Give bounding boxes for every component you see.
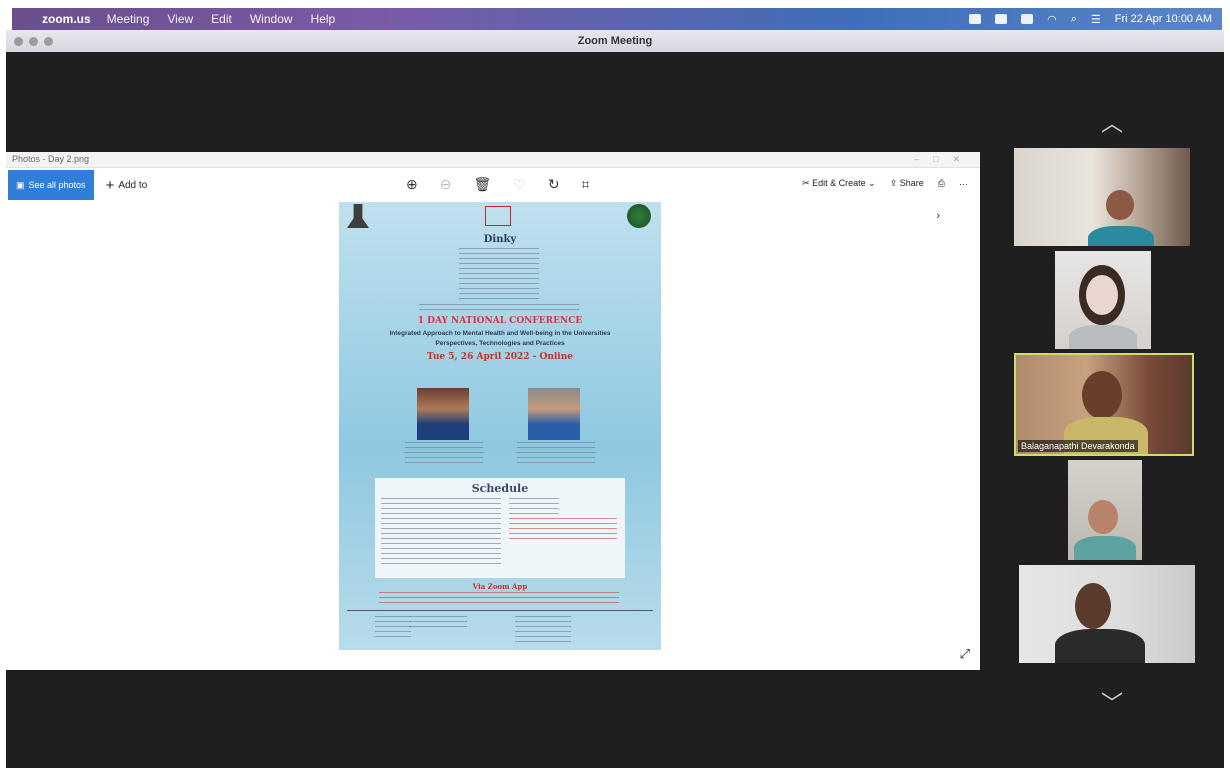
status-area: ◠ ⌕ ☰ Fri 22 Apr 10:00 AM <box>969 13 1222 26</box>
menu-view[interactable]: View <box>167 12 193 26</box>
window-titlebar: Zoom Meeting <box>6 30 1224 52</box>
participant-4-face <box>1088 500 1118 534</box>
menu-window[interactable]: Window <box>250 12 293 26</box>
control-center-icon[interactable]: ☰ <box>1091 13 1101 26</box>
more-button[interactable]: ··· <box>959 179 968 189</box>
university-seal <box>627 204 651 228</box>
see-all-label: See all photos <box>28 180 86 190</box>
participant-5-body <box>1055 629 1145 663</box>
poster-org-details <box>459 248 539 300</box>
share-icon: ⇪ <box>889 178 900 188</box>
menu-app-name[interactable]: zoom.us <box>42 12 91 26</box>
menu-edit[interactable]: Edit <box>211 12 232 26</box>
photo-actions: ✂ Edit & Create ⌄ ⇪ Share ⎙ ··· <box>802 178 968 189</box>
participant-video-5[interactable] <box>1019 565 1195 663</box>
delete-icon[interactable]: 🗑 <box>473 176 491 193</box>
speaker-1-details <box>405 442 483 466</box>
poster-dept-line <box>419 304 579 310</box>
gallery-icon: ▣ <box>16 179 25 190</box>
footer-col-2 <box>409 616 467 630</box>
emblem-logo <box>347 204 369 228</box>
poster-conference: 1 DAY NATIONAL CONFERENCE <box>417 316 583 326</box>
zoom-out-icon[interactable]: ⊖ <box>440 176 452 193</box>
clock[interactable]: Fri 22 Apr 10:00 AM <box>1115 13 1212 25</box>
conference-poster: Dinky 1 DAY NATIONAL CONFERENCE Integrat… <box>339 202 661 650</box>
schedule-box: Schedule <box>375 478 625 578</box>
speaker-photo-1 <box>417 388 469 440</box>
battery-icon[interactable] <box>1021 14 1034 24</box>
scroll-up-icon[interactable]: ︿ <box>1092 106 1132 138</box>
search-icon[interactable]: ⌕ <box>1071 13 1077 26</box>
participant-2-body <box>1069 325 1137 349</box>
participant-video-4[interactable] <box>1068 460 1142 560</box>
see-all-photos-button[interactable]: ▣ See all photos <box>8 170 94 200</box>
share-button[interactable]: ⇪ Share <box>890 178 924 189</box>
share-label: Share <box>899 178 924 188</box>
participant-1-body <box>1088 226 1154 246</box>
participant-3-name: Balaganapathi Devarakonda <box>1018 440 1138 452</box>
window-title: Zoom Meeting <box>577 35 653 47</box>
menu-help[interactable]: Help <box>311 12 336 26</box>
participant-4-body <box>1074 536 1136 560</box>
favorite-icon[interactable]: ♡ <box>513 176 526 193</box>
menu-meeting[interactable]: Meeting <box>107 12 150 26</box>
poster-subtheme: Perspectives, Technologies and Practices <box>435 340 565 347</box>
participant-video-1[interactable] <box>1014 148 1190 246</box>
participant-video-3-active[interactable]: Balaganapathi Devarakonda <box>1014 353 1194 456</box>
photos-window-title: Photos - Day 2.png <box>12 154 90 164</box>
participant-2-face <box>1086 275 1118 315</box>
logo-mark <box>485 206 511 226</box>
expand-icon[interactable]: ⤢ <box>960 646 970 662</box>
schedule-left <box>381 498 501 568</box>
photos-window-controls[interactable]: –□✕ <box>914 154 974 165</box>
edit-create-label: Edit & Create <box>812 178 866 188</box>
schedule-right-red <box>509 518 617 542</box>
zoom-status-icon[interactable] <box>969 14 982 24</box>
poster-theme: Integrated Approach to Mental Health and… <box>389 330 611 337</box>
footer-col-1 <box>375 616 411 640</box>
next-photo-icon[interactable]: › <box>936 210 940 222</box>
shared-screen: Photos - Day 2.png –□✕ ▣ See all photos … <box>6 152 980 670</box>
macos-menubar: zoom.us Meeting View Edit Window Help ◠ … <box>12 8 1222 30</box>
scroll-down-icon[interactable]: ﹀ <box>1092 686 1132 718</box>
plus-icon: + <box>105 176 115 194</box>
app-status-icon[interactable] <box>995 14 1008 24</box>
photos-toolbar: ▣ See all photos + Add to ⊕ ⊖ 🗑 ♡ ↻ ⌗ ✂ … <box>6 168 980 202</box>
participant-1-face <box>1106 190 1134 220</box>
poster-link-lines <box>379 592 619 606</box>
add-to-button[interactable]: + Add to <box>106 177 148 194</box>
participant-3-face <box>1082 371 1122 419</box>
add-to-label: Add to <box>118 179 148 191</box>
schedule-right-top <box>509 498 559 516</box>
participant-video-2[interactable] <box>1055 251 1151 349</box>
rotate-icon[interactable]: ↻ <box>548 176 560 193</box>
speaker-2-details <box>517 442 595 466</box>
poster-org: Dinky <box>483 234 517 245</box>
wifi-icon[interactable]: ◠ <box>1047 13 1057 26</box>
view-tools: ⊕ ⊖ 🗑 ♡ ↻ ⌗ <box>406 176 589 193</box>
poster-footer-divider <box>347 610 653 611</box>
participant-5-face <box>1075 583 1111 629</box>
poster-via: Via Zoom App <box>472 582 528 591</box>
crop-icon[interactable]: ⌗ <box>582 176 590 193</box>
edit-icon: ✂ <box>802 178 813 188</box>
photos-titlebar: Photos - Day 2.png –□✕ <box>6 152 980 168</box>
zoom-in-icon[interactable]: ⊕ <box>406 176 418 193</box>
edit-create-button[interactable]: ✂ Edit & Create ⌄ <box>802 178 876 189</box>
schedule-title: Schedule <box>471 482 529 495</box>
print-icon[interactable]: ⎙ <box>938 178 945 189</box>
poster-dates: Tue 5, 26 April 2022 - Online <box>427 352 573 362</box>
speaker-photo-2 <box>528 388 580 440</box>
footer-col-3 <box>515 616 571 642</box>
